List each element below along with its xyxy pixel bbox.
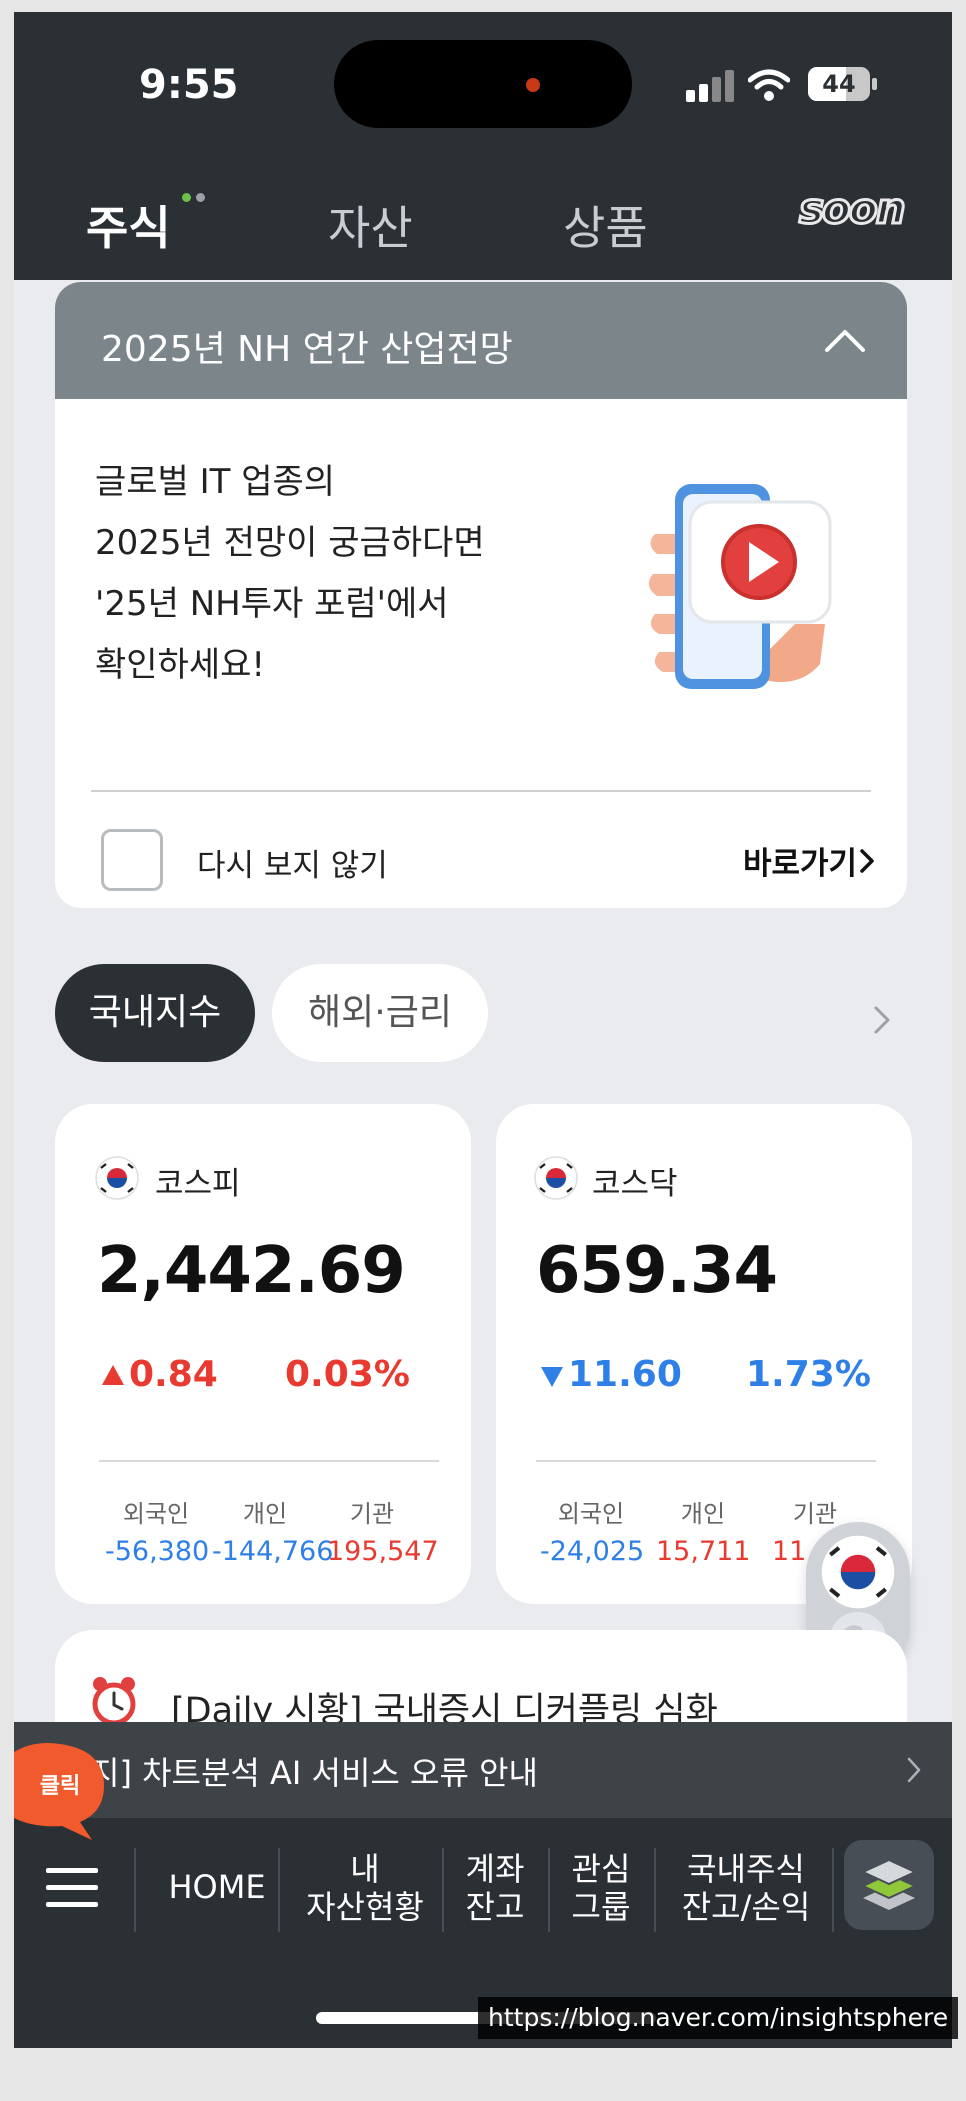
nav-separator [278, 1848, 280, 1932]
investor-value: 15,711 [656, 1536, 751, 1567]
battery-tip [872, 78, 877, 90]
click-badge[interactable]: 클릭 [14, 1742, 106, 1842]
divider [536, 1460, 876, 1462]
banner-title: 2025년 NH 연간 산업전망 [101, 329, 513, 370]
banner-line: 글로벌 IT 업종의 [95, 462, 336, 502]
nav-separator [548, 1848, 550, 1932]
nav-separator [654, 1848, 656, 1932]
tab-stocks[interactable]: 주식 [86, 192, 171, 258]
nav-label: 내 [350, 1850, 380, 1888]
click-badge-label: 클릭 [39, 1774, 81, 1799]
index-name: 코스피 [155, 1166, 241, 1202]
battery-level: 44 [822, 70, 856, 98]
tab-domestic-index[interactable]: 국내지수 [55, 964, 255, 1062]
wifi-icon [748, 69, 790, 101]
hamburger-menu-icon[interactable] [46, 1866, 98, 1908]
index-value: 2,442.69 [97, 1234, 406, 1308]
source-watermark: https://blog.naver.com/insightsphere [478, 1997, 959, 2039]
divider [99, 1460, 439, 1462]
investor-label: 기관 [349, 1500, 395, 1528]
notice-text: 지] 차트분석 AI 서비스 오류 안내 [90, 1754, 538, 1792]
dont-show-checkbox[interactable] [101, 829, 163, 891]
chevron-right-icon[interactable] [872, 1004, 892, 1036]
phone-video-illustration [648, 484, 832, 689]
investor-label: 개인 [242, 1500, 288, 1528]
korea-flag-icon [821, 1535, 895, 1609]
index-value: 659.34 [536, 1234, 778, 1308]
index-change-pct: 0.03% [285, 1354, 410, 1395]
triangle-up-icon [102, 1365, 124, 1385]
nav-home[interactable]: HOME [154, 1868, 280, 1906]
chevron-up-icon[interactable] [823, 322, 867, 358]
promo-banner: 2025년 NH 연간 산업전망 글로벌 IT 업종의 2025년 전망이 궁금… [55, 282, 907, 908]
nav-label: 잔고 [465, 1888, 525, 1926]
tab-products[interactable]: 상품 [563, 192, 648, 258]
index-name: 코스닥 [592, 1166, 678, 1202]
nav-separator [442, 1848, 444, 1932]
status-time: 9:55 [139, 62, 239, 108]
nav-my-assets[interactable]: 내 자산현황 [290, 1850, 440, 1926]
banner-message[interactable]: 글로벌 IT 업종의 2025년 전망이 궁금하다면 '25년 NH투자 포럼'… [95, 452, 535, 696]
nav-separator [134, 1848, 136, 1932]
battery-icon: 44 [808, 67, 870, 101]
nav-label: 관심 [571, 1850, 631, 1888]
nav-label: 자산현황 [306, 1888, 424, 1926]
layers-button[interactable] [844, 1840, 934, 1930]
korea-flag-icon [534, 1156, 578, 1200]
nav-label: 그룹 [571, 1888, 631, 1926]
triangle-down-icon [541, 1367, 563, 1387]
banner-line: 확인하세요! [95, 645, 266, 685]
chevron-right-icon [907, 1757, 921, 1783]
tab-new-dots [182, 187, 210, 206]
alarm-clock-icon [92, 1677, 136, 1726]
nav-account-balance[interactable]: 계좌 잔고 [448, 1850, 542, 1926]
nav-label: 계좌 [465, 1850, 525, 1888]
index-change-pct: 1.73% [746, 1354, 871, 1395]
divider [91, 790, 871, 792]
dynamic-island [334, 40, 632, 128]
nav-watch-group[interactable]: 관심 그룹 [554, 1850, 648, 1926]
banner-line: '25년 NH투자 포럼'에서 [95, 584, 449, 624]
investor-value: -56,380 [105, 1536, 210, 1567]
investor-label: 외국인 [122, 1500, 190, 1528]
notice-bar[interactable]: 지] 차트분석 AI 서비스 오류 안내 [14, 1722, 952, 1818]
camera-indicator [526, 78, 540, 92]
layers-icon [861, 1858, 917, 1910]
korea-flag-icon [95, 1156, 139, 1200]
nav-label: 잔고/손익 [681, 1888, 811, 1926]
index-card-kospi[interactable]: 코스피 2,442.69 0.84 0.03% 외국인 개인 기관 -56,38… [55, 1104, 471, 1604]
app-screen: 9:55 44 주식 자산 상품 soon 2025년 NH 연간 산업전망 글… [14, 12, 952, 2048]
nav-label: 국내주식 [687, 1850, 805, 1888]
investor-value: -144,766 [212, 1536, 334, 1567]
investor-label: 기관 [792, 1500, 838, 1528]
investor-value: -24,025 [540, 1536, 645, 1567]
tab-assets[interactable]: 자산 [328, 192, 413, 258]
index-change: 0.84 [129, 1354, 218, 1395]
top-bar: 9:55 44 주식 자산 상품 soon [14, 12, 952, 280]
chevron-right-icon[interactable] [858, 848, 876, 874]
dont-show-label[interactable]: 다시 보지 않기 [197, 840, 388, 885]
investor-label: 개인 [680, 1500, 726, 1528]
investor-value: 195,547 [327, 1536, 439, 1567]
cellular-signal-icon [686, 70, 734, 102]
banner-line: 2025년 전망이 궁금하다면 [95, 523, 485, 563]
brand-logo[interactable]: soon [798, 183, 908, 235]
index-change: 11.60 [568, 1354, 682, 1395]
tab-overseas-rates[interactable]: 해외·금리 [272, 964, 488, 1062]
goto-link[interactable]: 바로가기 [743, 838, 857, 883]
nav-separator [832, 1848, 834, 1932]
investor-label: 외국인 [557, 1500, 625, 1528]
nav-domestic-stock-pnl[interactable]: 국내주식 잔고/손익 [662, 1850, 830, 1926]
banner-header[interactable]: 2025년 NH 연간 산업전망 [55, 282, 907, 399]
